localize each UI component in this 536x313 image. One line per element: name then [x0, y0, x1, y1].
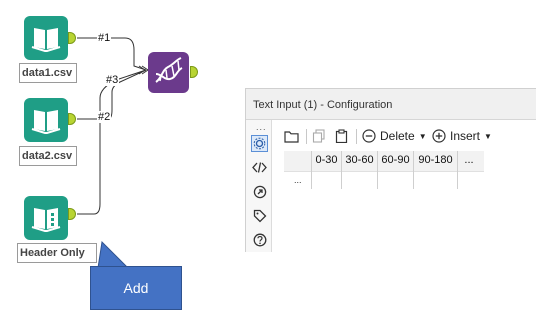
panel-title: Text Input (1) - Configuration: [246, 89, 536, 120]
insert-label: Insert: [450, 129, 481, 143]
arrowhead: [138, 65, 149, 75]
tool-label-header-only: Header Only: [17, 243, 97, 263]
connection-label-3: #3: [105, 74, 120, 86]
book-icon: [31, 110, 61, 134]
delete-label: Delete: [380, 129, 415, 143]
callout-add: Add: [90, 266, 182, 310]
chevron-down-icon: ▼: [484, 131, 492, 141]
connection-3: [77, 69, 147, 215]
column-header[interactable]: 0-30: [312, 151, 342, 189]
chevron-down-icon: ▼: [418, 131, 427, 141]
code-icon[interactable]: [251, 159, 268, 176]
column-header[interactable]: 60-90: [378, 151, 414, 189]
book-icon: [31, 28, 61, 52]
input-tool-data2[interactable]: [24, 98, 68, 142]
delete-button[interactable]: Delete ▼: [362, 127, 427, 145]
input-tool-data1[interactable]: [24, 16, 68, 60]
insert-button[interactable]: Insert ▼: [432, 127, 492, 145]
minus-circle-icon: [362, 129, 376, 143]
text-input-book-icon: [31, 208, 61, 232]
column-header[interactable]: 30-60: [342, 151, 378, 189]
side-dots: ...: [256, 122, 267, 132]
gear-icon[interactable]: [251, 135, 268, 152]
tool-label-data2: data2.csv: [19, 146, 77, 166]
connection-label-1: #1: [97, 32, 112, 44]
row-marker: ...: [294, 175, 302, 185]
folder-icon[interactable]: [284, 127, 299, 145]
side-toolbar: ...: [246, 120, 272, 252]
text-input-tool[interactable]: [24, 196, 68, 240]
plus-circle-icon: [432, 129, 446, 143]
arrow-circle-icon[interactable]: [251, 183, 268, 200]
grid-toolbar: Delete ▼ Insert ▼: [272, 125, 536, 147]
configuration-panel: Text Input (1) - Configuration ... Delet…: [245, 88, 536, 252]
connection-1: [77, 37, 147, 71]
help-icon[interactable]: [251, 231, 268, 248]
column-header[interactable]: ...: [458, 151, 480, 189]
paste-icon[interactable]: [335, 127, 348, 145]
data-grid[interactable]: 0-30 30-60 60-90 90-180 ... ...: [284, 151, 484, 192]
union-tool[interactable]: [148, 52, 189, 93]
tool-label-data1: data1.csv: [19, 63, 77, 83]
column-header[interactable]: 90-180: [414, 151, 458, 189]
dna-icon: [155, 57, 183, 83]
copy-icon[interactable]: [312, 127, 326, 145]
tag-icon[interactable]: [251, 207, 268, 224]
connection-label-2: #2: [97, 111, 112, 123]
